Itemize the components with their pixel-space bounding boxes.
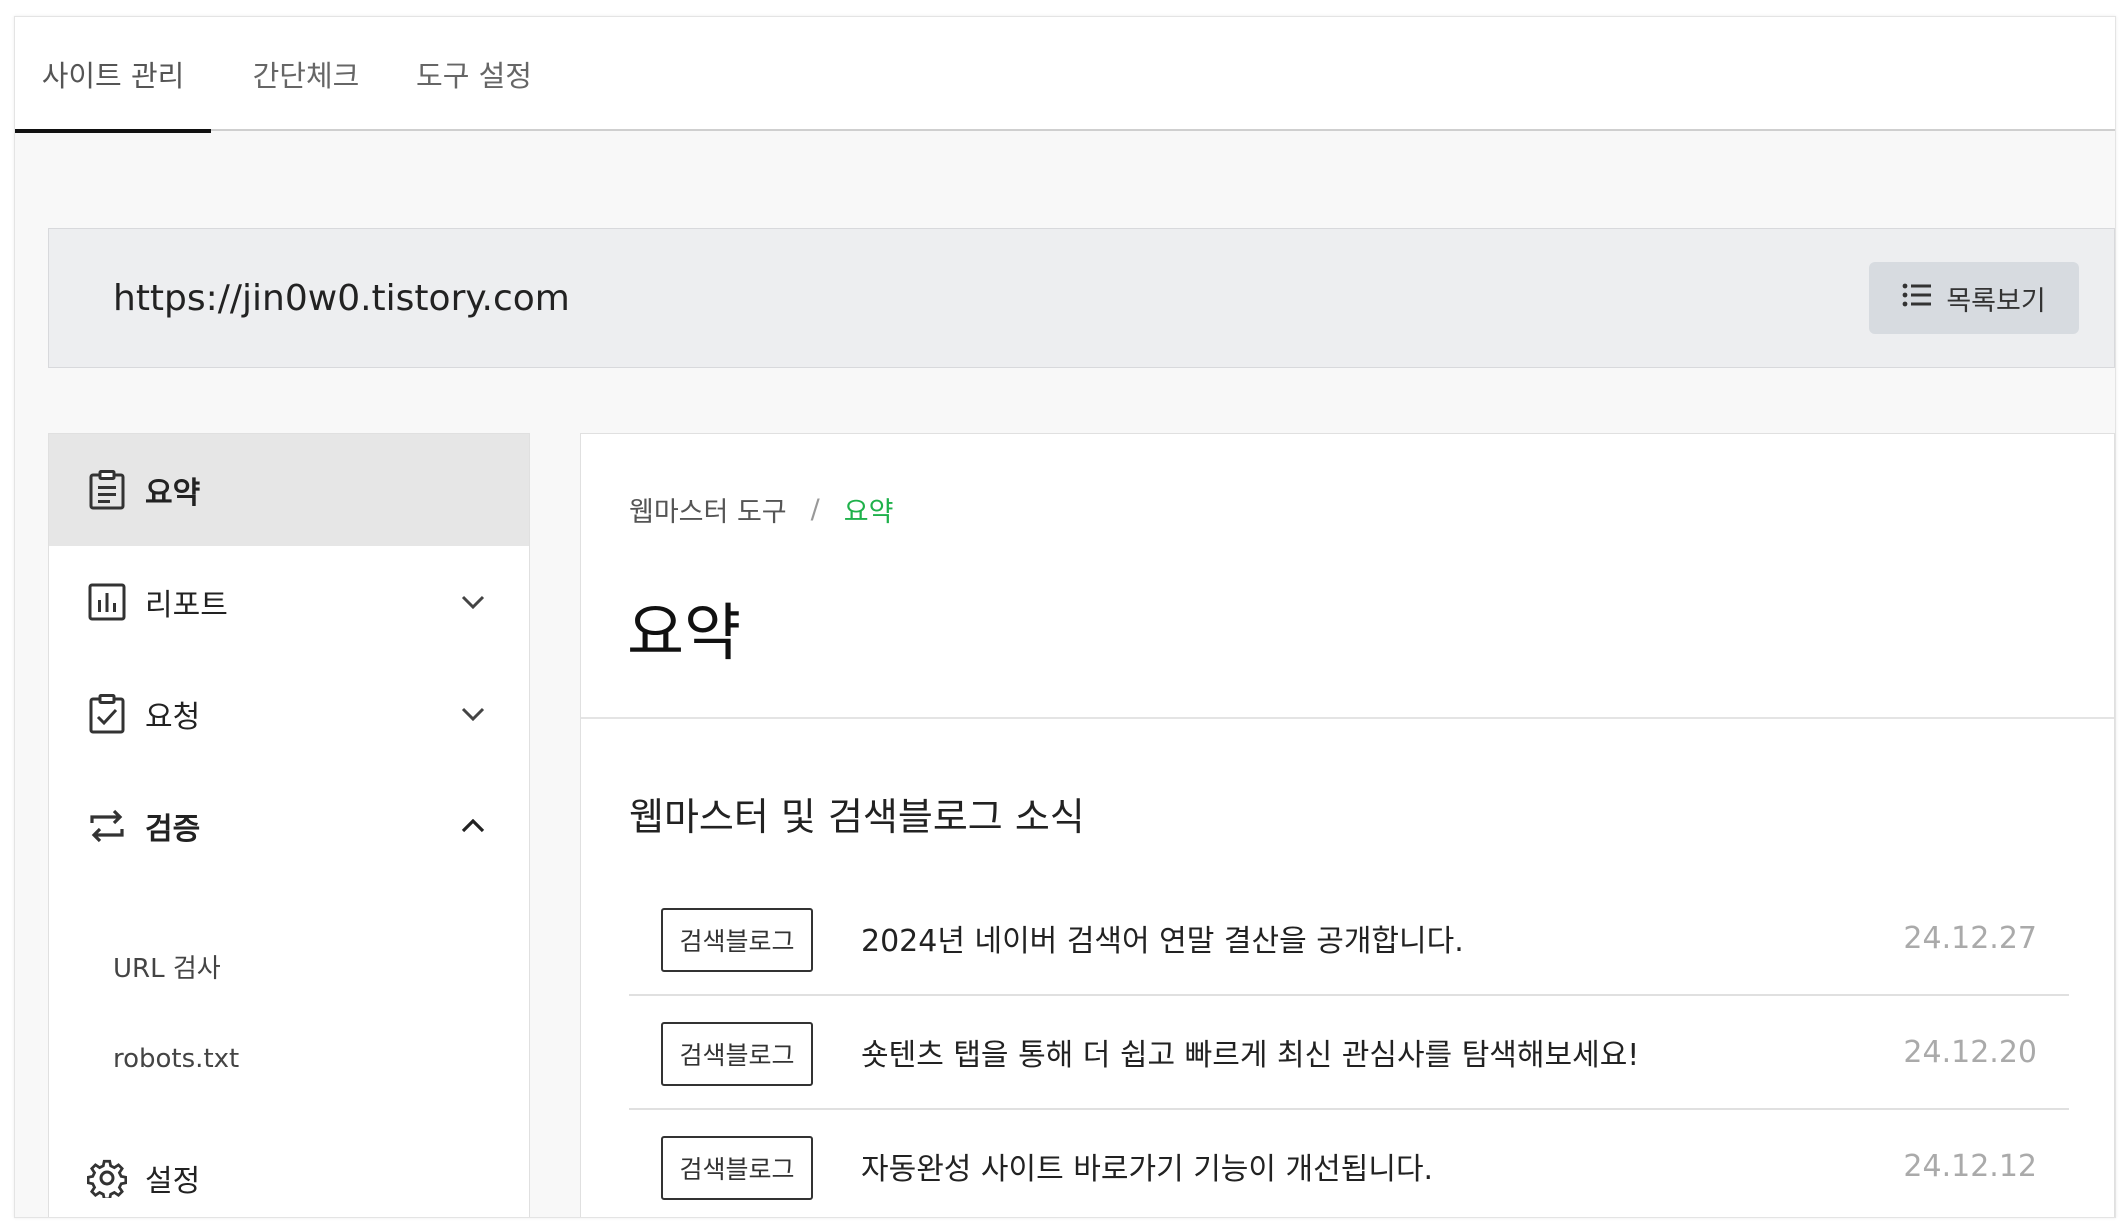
chevron-up-icon[interactable] <box>459 812 487 840</box>
list-view-button[interactable]: 목록보기 <box>1869 262 2079 334</box>
bar-chart-icon <box>87 582 127 622</box>
sidebar-nav: 요약 리포트 요청 검증 URL 검사 robots.txt 설정 <box>48 433 530 1217</box>
news-title[interactable]: 숏텐츠 탭을 통해 더 쉽고 빠르게 최신 관심사를 탐색해보세요! <box>861 996 1639 1108</box>
news-tag-badge: 검색블로그 <box>661 1136 813 1200</box>
tab-quick-check[interactable]: 간단체크 <box>233 17 379 131</box>
site-url-bar: https://jin0w0.tistory.com 목록보기 <box>48 228 2115 368</box>
list-view-label: 목록보기 <box>1946 285 2046 317</box>
sidebar-item-label: 설정 <box>145 1164 201 1199</box>
news-date: 24.12.27 <box>1903 920 2037 956</box>
news-title[interactable]: 2024년 네이버 검색어 연말 결산을 공개합니다. <box>861 882 1464 994</box>
tab-tool-settings[interactable]: 도구 설정 <box>401 17 547 131</box>
news-row[interactable]: 검색블로그 숏텐츠 탭을 통해 더 쉽고 빠르게 최신 관심사를 탐색해보세요!… <box>629 996 2069 1110</box>
sidebar-item-summary[interactable]: 요약 <box>49 434 529 546</box>
clipboard-check-icon <box>87 694 127 734</box>
app-window: 사이트 관리 간단체크 도구 설정 https://jin0w0.tistory… <box>14 16 2116 1218</box>
sidebar-subitem-robots-txt[interactable]: robots.txt <box>113 1044 239 1074</box>
page-title: 요약 <box>627 596 742 669</box>
news-date: 24.12.20 <box>1903 1034 2037 1070</box>
repeat-icon <box>87 806 127 846</box>
news-row[interactable]: 검색블로그 2024년 네이버 검색어 연말 결산을 공개합니다. 24.12.… <box>629 882 2069 996</box>
chevron-down-icon[interactable] <box>459 700 487 728</box>
main-panel: 웹마스터 도구 / 요약 요약 웹마스터 및 검색블로그 소식 검색블로그 20… <box>580 433 2115 1217</box>
sidebar-item-label: 검증 <box>145 812 201 847</box>
tab-label: 사이트 관리 <box>41 59 185 93</box>
news-section-title: 웹마스터 및 검색블로그 소식 <box>629 795 1085 839</box>
sidebar-item-request[interactable]: 요청 <box>49 658 529 770</box>
sidebar-item-label: 요약 <box>145 476 201 511</box>
gear-icon <box>87 1158 127 1198</box>
sidebar-item-verification[interactable]: 검증 <box>49 770 529 882</box>
news-tag-badge: 검색블로그 <box>661 1022 813 1086</box>
tab-label: 간단체크 <box>252 59 360 93</box>
news-date: 24.12.12 <box>1903 1148 2037 1184</box>
breadcrumb: 웹마스터 도구 / 요약 <box>629 490 893 529</box>
breadcrumb-root[interactable]: 웹마스터 도구 <box>629 490 787 529</box>
news-title[interactable]: 자동완성 사이트 바로가기 기능이 개선됩니다. <box>861 1110 1433 1217</box>
tab-site-management[interactable]: 사이트 관리 <box>15 17 211 133</box>
tab-label: 도구 설정 <box>416 59 532 93</box>
breadcrumb-current: 요약 <box>843 497 894 528</box>
sidebar-item-report[interactable]: 리포트 <box>49 546 529 658</box>
list-icon <box>1902 283 1932 314</box>
divider <box>581 717 2114 719</box>
sidebar-item-label: 리포트 <box>145 588 228 623</box>
news-row[interactable]: 검색블로그 자동완성 사이트 바로가기 기능이 개선됩니다. 24.12.12 <box>629 1110 2069 1217</box>
chevron-down-icon[interactable] <box>459 588 487 616</box>
clipboard-list-icon <box>87 470 127 510</box>
news-tag-badge: 검색블로그 <box>661 908 813 972</box>
breadcrumb-separator: / <box>810 494 820 525</box>
sidebar-item-label: 요청 <box>145 700 201 735</box>
top-tab-bar: 사이트 관리 간단체크 도구 설정 <box>15 17 2115 133</box>
sidebar-subitem-url-inspection[interactable]: URL 검사 <box>113 948 221 985</box>
sidebar-item-settings[interactable]: 설정 <box>49 1122 529 1217</box>
site-url: https://jin0w0.tistory.com <box>113 277 570 319</box>
